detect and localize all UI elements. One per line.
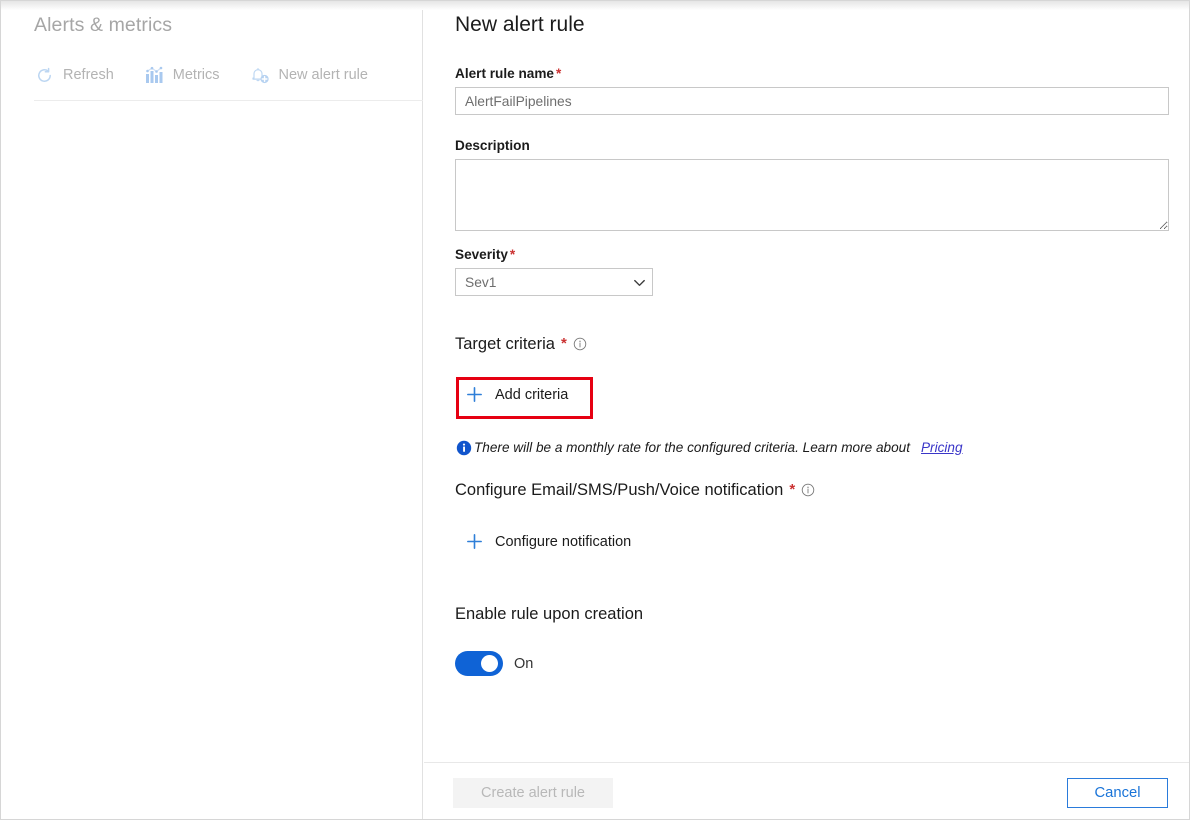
notification-section: Configure Email/SMS/Push/Voice notificat… [455,480,815,500]
alerts-metrics-panel: Alerts & metrics Refresh [1,1,423,820]
severity-label: Severity* [455,246,653,263]
alert-rule-form: Alert rule name* Description Severity* S… [424,59,1190,761]
azure-portal-screen: Alerts & metrics Refresh [0,0,1190,820]
info-outline-icon[interactable] [801,483,815,497]
command-bar: Refresh Metrics [34,63,398,87]
configure-notification-label: Configure notification [495,534,631,550]
metrics-command[interactable]: Metrics [144,63,234,87]
notification-heading: Configure Email/SMS/Push/Voice notificat… [455,480,815,500]
pricing-link[interactable]: Pricing [921,440,963,455]
description-textarea[interactable] [455,159,1169,231]
blade-title: New alert rule [455,13,585,37]
add-criteria-label: Add criteria [495,387,568,403]
info-outline-icon[interactable] [573,337,587,351]
notification-heading-text: Configure Email/SMS/Push/Voice notificat… [455,480,783,500]
severity-selected-value: Sev1 [456,275,626,290]
enable-rule-heading: Enable rule upon creation [455,604,643,624]
plus-icon [465,532,484,551]
description-label: Description [455,137,1169,154]
enable-rule-toggle[interactable] [455,651,503,676]
severity-field: Severity* Sev1 [455,246,653,296]
alert-rule-name-label: Alert rule name* [455,65,1169,82]
enable-rule-section: Enable rule upon creation [455,604,643,624]
metrics-label: Metrics [173,67,220,83]
target-criteria-heading-text: Target criteria [455,334,555,354]
toggle-knob [481,655,498,672]
alert-rule-name-label-text: Alert rule name [455,66,554,81]
required-asterisk: * [556,66,561,81]
configure-notification-button[interactable]: Configure notification [457,526,641,557]
plus-icon [465,385,484,404]
cancel-button[interactable]: Cancel [1067,778,1168,808]
blade-footer: Create alert rule Cancel [424,762,1190,820]
command-bar-divider [34,100,423,101]
target-criteria-heading: Target criteria * [455,334,587,354]
create-alert-rule-button[interactable]: Create alert rule [453,778,613,808]
panel-title: Alerts & metrics [34,14,172,37]
severity-dropdown[interactable]: Sev1 [455,268,653,296]
refresh-command[interactable]: Refresh [34,63,128,87]
pricing-note: There will be a monthly rate for the con… [456,439,963,456]
enable-rule-toggle-row: On [455,651,533,676]
info-filled-icon [456,439,473,456]
add-criteria-button[interactable]: Add criteria [457,379,578,410]
refresh-icon [34,65,54,85]
severity-label-text: Severity [455,247,508,262]
target-criteria-section: Target criteria * [455,334,587,354]
new-alert-rule-blade: New alert rule Alert rule name* Descript… [424,1,1190,820]
description-field: Description [455,137,1169,236]
toggle-state-label: On [514,656,533,672]
bell-plus-icon [250,65,270,85]
refresh-label: Refresh [63,67,114,83]
alert-rule-name-field: Alert rule name* [455,65,1169,115]
pricing-note-text: There will be a monthly rate for the con… [474,440,910,455]
new-alert-rule-label: New alert rule [279,67,368,83]
alert-rule-name-input[interactable] [455,87,1169,115]
required-asterisk: * [789,480,795,500]
new-alert-rule-command[interactable]: New alert rule [250,63,382,87]
required-asterisk: * [561,334,567,354]
metrics-bar-chart-icon [144,65,164,85]
chevron-down-icon [626,275,652,290]
required-asterisk: * [510,247,515,262]
